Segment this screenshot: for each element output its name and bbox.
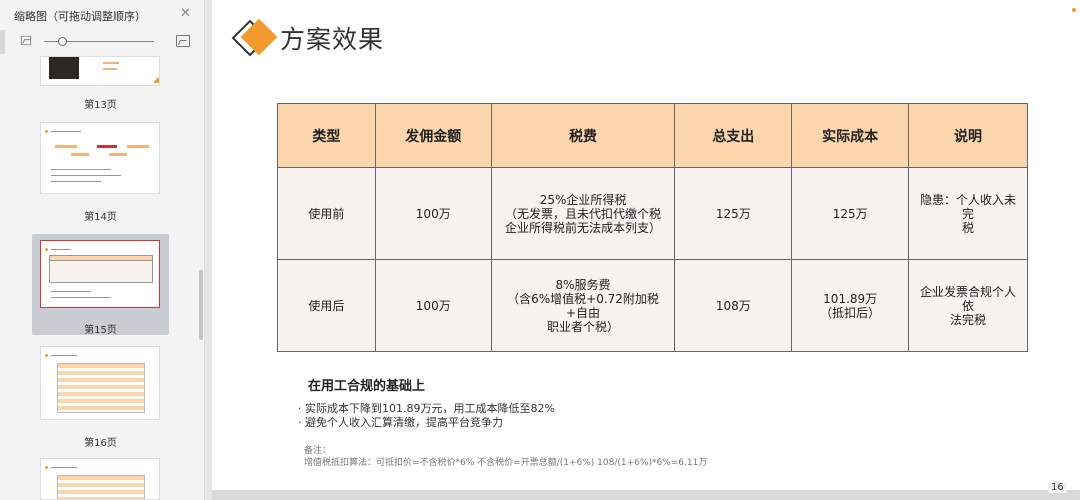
mini-table-body <box>49 261 153 283</box>
slide-thumbnail <box>40 346 160 420</box>
table-row: 使用前 100万 25%企业所得税 （无发票，且未代扣代缴个税 企业所得税前无法… <box>277 167 1028 260</box>
slide-thumbnail <box>40 122 160 194</box>
remark-label: 备注： <box>304 446 332 456</box>
thumbnail-panel-title: 缩略图（可拖动调整顺序） <box>14 10 146 23</box>
zoom-slider-knob[interactable] <box>58 37 67 46</box>
thumbnail-label: 第13页 <box>84 100 117 111</box>
cell-total: 108万 <box>674 259 793 352</box>
cell-type: 使用前 <box>277 167 376 260</box>
slide-title: 方案效果 <box>280 25 385 54</box>
cost-line: 101.89万 <box>823 291 878 306</box>
mini-bar <box>71 153 89 156</box>
cell-total: 125万 <box>674 167 793 260</box>
cost-line: （抵扣后） <box>820 305 881 320</box>
thumbnail-zoom-control <box>18 34 193 50</box>
mini-dot <box>45 466 48 469</box>
bullet-item: · 避免个人收入汇算清缴，提高平台竞争力 <box>298 416 503 429</box>
thumbnail-item-13[interactable]: 第13页 <box>32 56 169 112</box>
tax-line: 8%服务费 <box>555 277 611 292</box>
cell-tax: 8%服务费 （含6%增值税+0.72附加税+自由 职业者个税） <box>490 259 676 352</box>
cell-note: 隐患：个人收入未完 税 <box>908 167 1028 260</box>
table-row: 使用后 100万 8%服务费 （含6%增值税+0.72附加税+自由 职业者个税）… <box>277 259 1028 352</box>
mini-dot <box>45 130 48 133</box>
header-note: 说明 <box>908 103 1028 168</box>
mini-bar <box>109 153 127 156</box>
page-number-badge: 16 <box>1048 482 1067 493</box>
mini-dot <box>45 248 48 251</box>
mini-line <box>51 355 77 356</box>
mini-bar <box>103 68 117 70</box>
mini-bar <box>103 62 119 64</box>
panel-edge-handle[interactable] <box>0 30 5 54</box>
thumbnail-label: 第16页 <box>84 438 117 449</box>
effect-table: 类型 发佣金额 税费 总支出 实际成本 说明 使用前 100万 25%企业所得税… <box>277 103 1028 352</box>
thumbnail-item-16[interactable]: 第16页 <box>32 346 169 449</box>
mini-line <box>51 297 111 298</box>
title-diamond-logo <box>231 18 278 62</box>
mini-table <box>57 363 145 413</box>
slide-thumbnail <box>40 56 160 86</box>
mini-bar <box>97 145 117 148</box>
mini-triangle <box>153 77 159 83</box>
tax-line: （无发票，且未代扣代缴个税 <box>505 206 662 221</box>
cell-amount: 100万 <box>374 167 492 260</box>
tax-line: 企业所得税前无法成本列支） <box>505 220 662 235</box>
zoom-out-image-icon[interactable] <box>20 35 32 46</box>
close-icon[interactable]: ✕ <box>180 6 191 21</box>
remark-block: 备注： 增值税抵扣算法：可抵扣价=不含税价*6% 不含税价=开票总额/(1+6%… <box>304 445 707 469</box>
mini-line <box>51 249 71 250</box>
conclusion-bullets: · 实际成本下降到101.89万元，用工成本降低至82% · 避免个人收入汇算清… <box>298 402 555 430</box>
mini-line <box>51 131 81 132</box>
thumbnail-item-14[interactable]: 第14页 <box>32 122 169 223</box>
cell-type: 使用后 <box>277 259 376 352</box>
cell-amount: 100万 <box>374 259 492 352</box>
slide-canvas-bottom <box>212 490 1080 500</box>
corner-dot <box>1072 8 1076 12</box>
header-type: 类型 <box>277 103 376 168</box>
conclusion-title: 在用工合规的基础上 <box>308 379 426 394</box>
mini-line <box>51 181 101 182</box>
mini-line <box>51 291 91 292</box>
tax-line: 职业者个税） <box>547 319 620 334</box>
zoom-in-image-icon[interactable] <box>176 35 190 47</box>
tax-line: （含6%增值税+0.72附加税+自由 <box>507 291 659 320</box>
thumbnail-item-15[interactable]: 第15页 <box>32 234 169 336</box>
thumbnail-scrollbar[interactable] <box>199 270 203 340</box>
thumbnail-label: 第14页 <box>84 212 117 223</box>
note-line: 企业发票合规个人依 <box>920 284 1017 313</box>
mini-line <box>51 467 77 468</box>
mini-bar <box>55 145 77 148</box>
mini-bar <box>127 145 149 148</box>
cell-cost: 101.89万 （抵扣后） <box>791 259 910 352</box>
header-amount: 发佣金额 <box>374 103 492 168</box>
slide-thumbnail-active <box>40 240 160 308</box>
thumbnail-photo <box>49 57 79 79</box>
note-line: 税 <box>962 220 975 235</box>
cost-line: 125万 <box>832 206 868 221</box>
slide-thumbnail <box>40 458 160 500</box>
cell-tax: 25%企业所得税 （无发票，且未代扣代缴个税 企业所得税前无法成本列支） <box>490 167 676 260</box>
bullet-item: · 实际成本下降到101.89万元，用工成本降低至82% <box>298 402 555 415</box>
mini-table <box>57 475 145 499</box>
thumbnail-panel: 缩略图（可拖动调整顺序） ✕ 第13页 第14页 第15页 第16页 <box>0 0 205 500</box>
table-header-row: 类型 发佣金额 税费 总支出 实际成本 说明 <box>277 103 1028 168</box>
tax-line: 25%企业所得税 <box>539 192 627 207</box>
mini-line <box>51 175 121 176</box>
remark-text: 增值税抵扣算法：可抵扣价=不含税价*6% 不含税价=开票总额/(1+6%) 10… <box>304 458 708 468</box>
header-cost: 实际成本 <box>791 103 910 168</box>
cell-note: 企业发票合规个人依 法完税 <box>908 259 1028 352</box>
header-tax: 税费 <box>490 103 676 168</box>
note-line: 隐患：个人收入未完 <box>920 192 1017 221</box>
cell-cost: 125万 <box>791 167 910 260</box>
mini-dot <box>45 354 48 357</box>
header-total: 总支出 <box>674 103 793 168</box>
note-line: 法完税 <box>950 312 987 327</box>
thumbnail-item-next[interactable] <box>32 458 169 500</box>
thumbnail-label: 第15页 <box>84 325 117 336</box>
mini-line <box>51 169 111 170</box>
